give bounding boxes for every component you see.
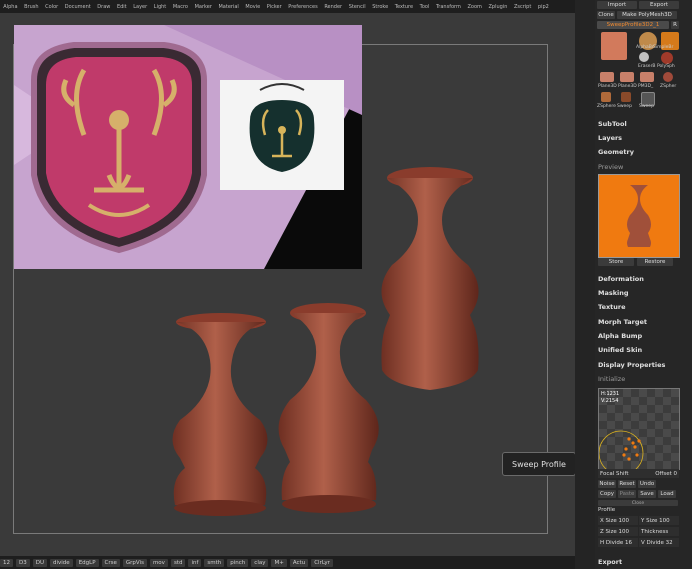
bottom-toolbar: 12 D3 DU divide EdgLP Crse GrpVis mov std inf smth… [0, 556, 575, 569]
texture-section[interactable]: Texture [598, 303, 626, 311]
h-divide-slider[interactable]: H Divide 16 [598, 538, 638, 547]
r-button[interactable]: R [671, 21, 679, 29]
bottom-button-mov[interactable]: mov [149, 558, 168, 567]
deformation-section[interactable]: Deformation [598, 275, 644, 283]
polysphere-icon[interactable] [661, 52, 673, 64]
restore-button[interactable]: Restore [637, 258, 673, 266]
alpha-brush-label: AlphaBr [636, 45, 654, 50]
eraser-brush-icon[interactable] [639, 52, 649, 62]
profile-label[interactable]: Profile [598, 507, 615, 513]
clone-button[interactable]: Clone [597, 11, 615, 19]
display-properties-section[interactable]: Display Properties [598, 361, 665, 369]
x-size-slider[interactable]: X Size 100 [598, 516, 638, 525]
bottom-button-std[interactable]: std [170, 558, 186, 567]
export-button[interactable]: Export [639, 1, 679, 9]
sweep-label-2: Sweep [639, 104, 654, 109]
eraser-label: EraserB [638, 64, 656, 69]
geometry-section[interactable]: Geometry [598, 148, 634, 156]
offset-label: Offset 0 [655, 470, 677, 477]
pm3d-label: PM3D_ [638, 84, 654, 89]
copy-button[interactable]: Copy [598, 490, 616, 498]
sweep-label: Sweep [617, 104, 632, 109]
load-button[interactable]: Load [658, 490, 676, 498]
bottom-button-clay[interactable]: clay [251, 558, 269, 567]
current-tool-name[interactable]: SweepProfile3D2_1 [597, 21, 669, 29]
simple-brush-label: SimpleBr [653, 45, 674, 50]
paste-button[interactable]: Paste [618, 490, 636, 498]
unified-skin-section[interactable]: Unified Skin [598, 346, 642, 354]
bottom-button-actu[interactable]: Actu [289, 558, 309, 567]
panel-divider[interactable] [575, 0, 595, 569]
focal-shift-label: Focal Shift [600, 470, 629, 477]
export-section[interactable]: Export [598, 558, 622, 566]
masking-section[interactable]: Masking [598, 289, 629, 297]
import-button[interactable]: Import [597, 1, 637, 9]
bottom-button-edglp[interactable]: EdgLP [75, 558, 99, 567]
plane3d-icon[interactable] [600, 72, 614, 82]
zsphere-icon-2[interactable] [601, 92, 611, 102]
focal-offset-slider[interactable]: Focal Shift Offset 0 [598, 469, 679, 478]
bottom-button-12[interactable]: 12 [0, 558, 13, 567]
alpha-bump-section[interactable]: Alpha Bump [598, 332, 642, 340]
plane3d-label: Plane3D [598, 84, 617, 89]
plane3d-label-2: Plane3D [618, 84, 637, 89]
bottom-button-smth[interactable]: smth [204, 558, 225, 567]
vase-left[interactable] [172, 313, 268, 516]
bottom-button-du[interactable]: DU [32, 558, 47, 567]
bottom-button-clrlyr[interactable]: ClrLyr [311, 558, 333, 567]
store-button[interactable]: Store [598, 258, 634, 266]
bottom-button-divide[interactable]: divide [50, 558, 73, 567]
zsphere-icon[interactable] [663, 72, 673, 82]
bottom-button-inf[interactable]: inf [188, 558, 202, 567]
z-size-slider[interactable]: Z Size 100 [598, 527, 638, 536]
curve-editor[interactable]: H:1231 V:2154 [598, 388, 680, 470]
tool-preview[interactable] [598, 174, 680, 258]
vase-models[interactable] [0, 0, 575, 556]
zsphere-label: ZSpher [660, 84, 677, 89]
bottom-button-d3[interactable]: D3 [16, 558, 30, 567]
zsphere-label-2: ZSphere [597, 104, 616, 109]
polysphere-label: PolySph [657, 64, 675, 69]
reset-button[interactable]: Reset [618, 480, 636, 488]
make-polymesh-button[interactable]: Make PolyMesh3D [617, 11, 677, 19]
morph-target-section[interactable]: Morph Target [598, 318, 647, 326]
thickness-slider[interactable]: Thickness [639, 527, 679, 536]
vase-right[interactable] [381, 167, 479, 390]
bottom-button-pinch[interactable]: pinch [227, 558, 249, 567]
close-button[interactable]: Close [598, 500, 678, 506]
layers-section[interactable]: Layers [598, 134, 622, 142]
plane3d-icon-2[interactable] [620, 72, 634, 82]
preview-header[interactable]: Preview [598, 163, 623, 171]
initialize-header[interactable]: Initialize [598, 375, 625, 383]
bottom-button-crse[interactable]: Crse [101, 558, 120, 567]
save-button[interactable]: Save [638, 490, 656, 498]
sweep-icon[interactable] [621, 92, 631, 102]
noise-button[interactable]: Noise [598, 480, 616, 488]
bottom-button-m[interactable]: M+ [271, 558, 287, 567]
tool-thumb-sweep[interactable] [601, 32, 627, 60]
pm3d-icon[interactable] [640, 72, 654, 82]
undo-button[interactable]: Undo [638, 480, 656, 488]
bottom-button-grpvis[interactable]: GrpVis [122, 558, 147, 567]
vase-middle[interactable] [278, 303, 379, 513]
sweep-profile-tooltip: Sweep Profile [502, 452, 576, 476]
subtool-section[interactable]: SubTool [598, 120, 627, 128]
v-divide-slider[interactable]: V Divide 32 [639, 538, 679, 547]
y-size-slider[interactable]: Y Size 100 [639, 516, 679, 525]
